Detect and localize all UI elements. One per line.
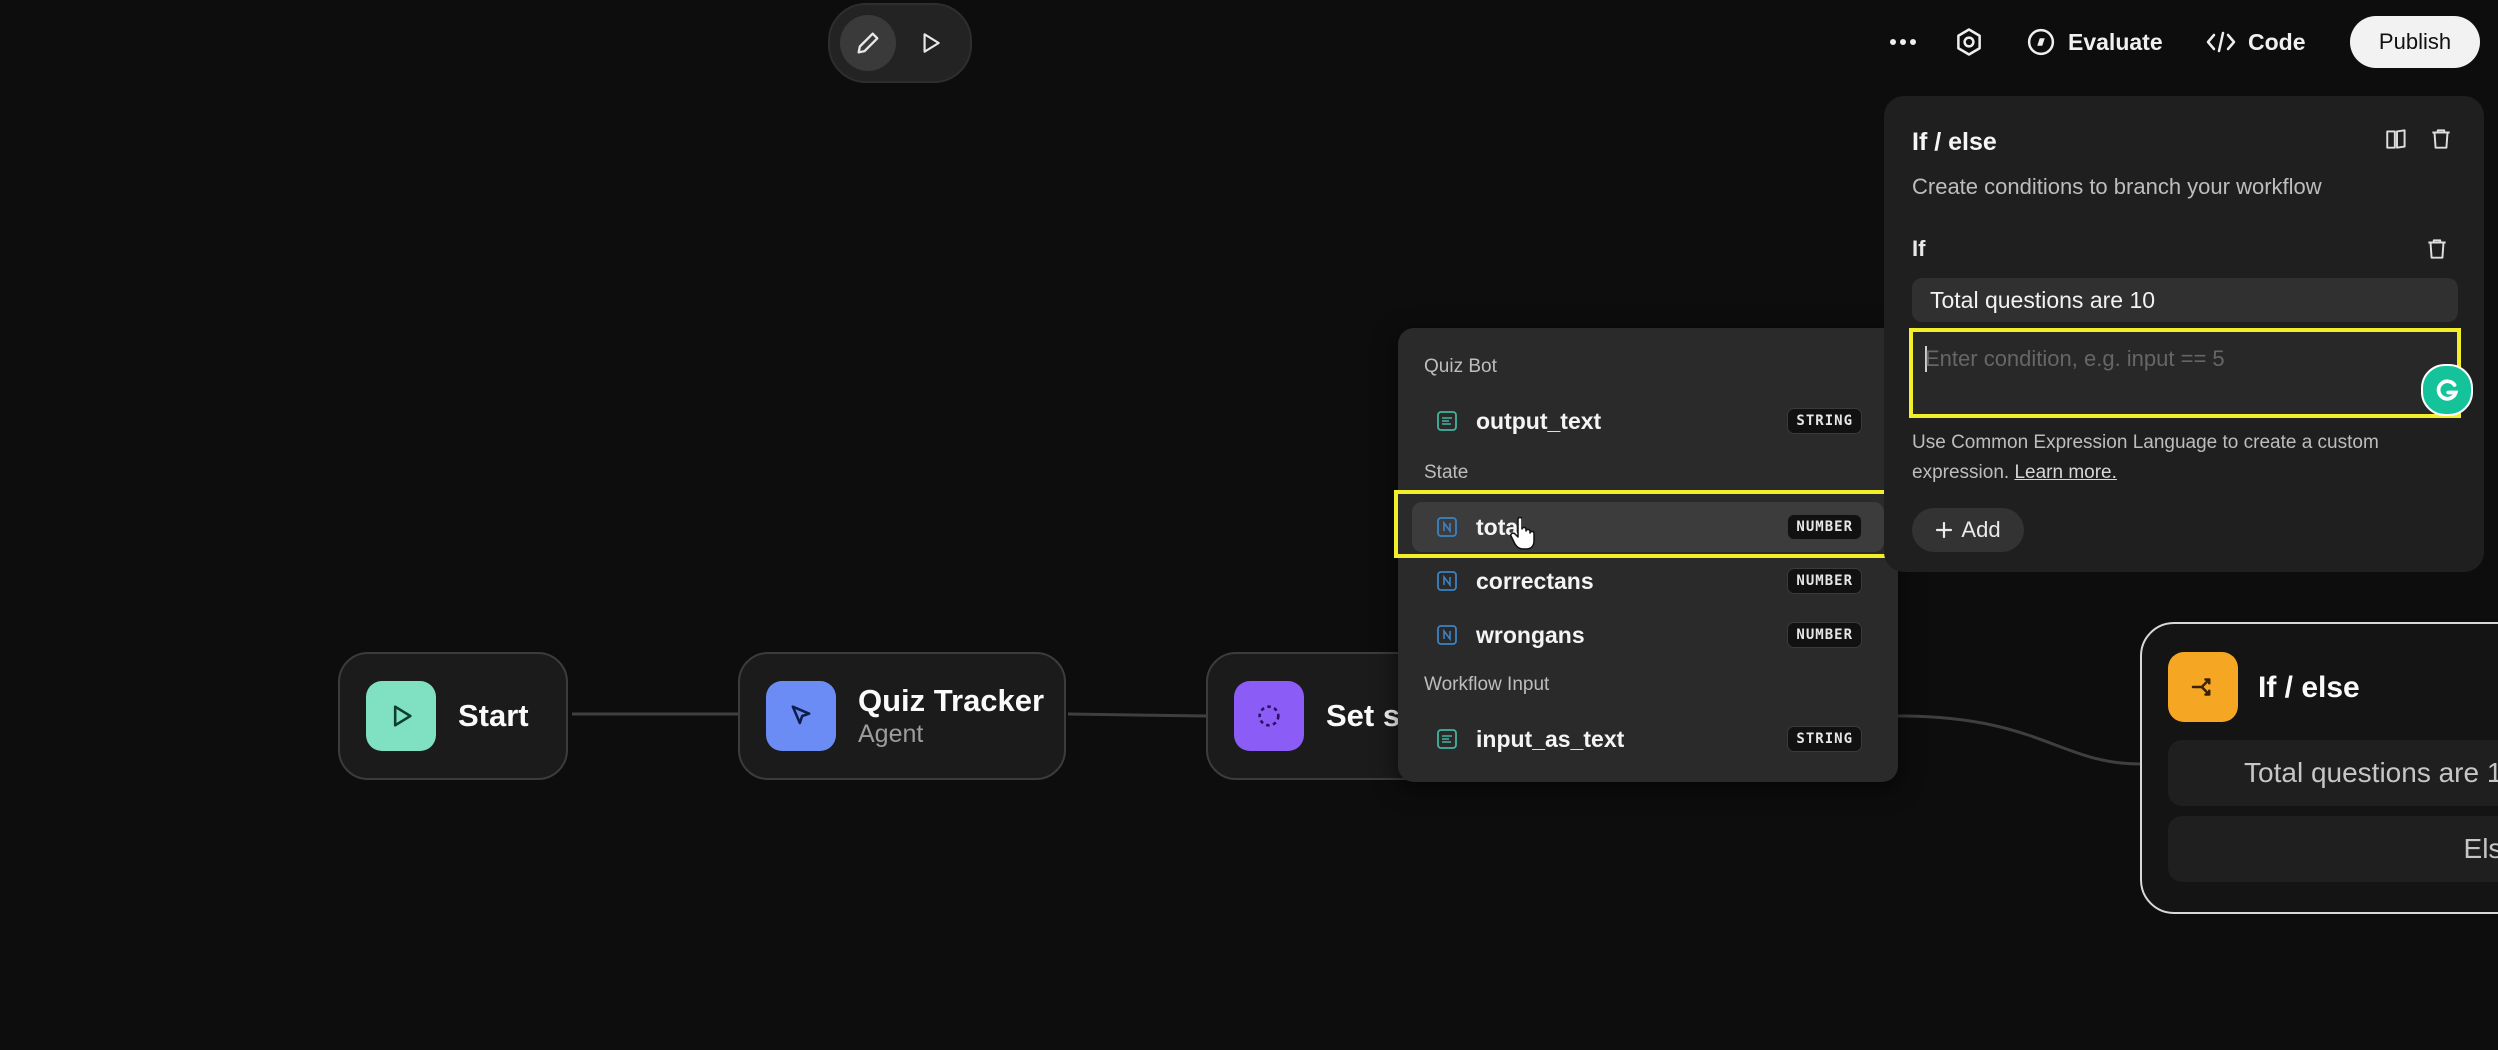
set-state-node-icon [1234,681,1304,751]
variable-item-correctans[interactable]: correctans NUMBER [1412,556,1884,606]
add-label: Add [1961,517,2001,542]
publish-button[interactable]: Publish [2350,16,2480,68]
node-title: Start [458,698,529,733]
condition-expression-field[interactable] [1923,340,2367,378]
pencil-icon [857,32,879,54]
mode-toggle [828,3,972,83]
start-node-icon [366,681,436,751]
settings-button[interactable] [1954,18,1984,66]
dropdown-section-label: State [1424,462,1469,483]
condition-name-field[interactable]: Total questions are 10 [1912,278,2458,322]
help-text: Use Common Expression Language to create… [1912,432,2379,483]
variable-name: output_text [1476,407,1602,434]
type-badge: NUMBER [1787,622,1862,648]
condition-label: Total questions are 10 [2244,757,2498,788]
type-badge: STRING [1787,408,1862,434]
code-button[interactable]: Code [2206,18,2306,66]
variable-name: correctans [1476,567,1594,594]
gear-icon [1957,28,1981,56]
evaluate-button[interactable]: Evaluate [2026,18,2163,66]
agent-node-icon [766,681,836,751]
quiz-tracker-label: Quiz Tracker Agent [858,683,1044,749]
node-title: Quiz Tracker [858,683,1045,718]
docs-icon[interactable] [2384,126,2410,152]
variable-item-output-text[interactable]: output_text STRING [1412,396,1884,446]
condition-name-value: Total questions are 10 [1930,286,2156,313]
more-icon [1890,39,1916,45]
quiz-tracker-node[interactable]: Quiz Tracker Agent [738,652,1066,780]
evaluate-label: Evaluate [2068,28,2163,55]
text-variable-icon [1437,729,1457,749]
variable-name: input_as_text [1476,725,1625,752]
grammarly-g-icon [2436,379,2459,401]
dropdown-section-label: Workflow Input [1424,674,1550,695]
play-icon [393,705,412,727]
dropdown-section-label: Quiz Bot [1424,356,1497,377]
hand-cursor-icon [1510,516,1535,550]
run-mode-button[interactable] [902,15,958,71]
number-variable-icon [1437,571,1457,591]
cursor-icon [791,705,811,725]
learn-more-link[interactable]: Learn more. [2014,462,2116,483]
else-row: Else [2168,816,2498,882]
play-icon [923,33,940,53]
compass-icon [2027,28,2055,56]
grammarly-icon[interactable] [2421,364,2473,416]
if-else-node-icon [2168,652,2238,722]
start-node[interactable]: Start [338,652,568,780]
if-label: If [1912,236,1926,261]
add-condition-button[interactable]: Add [1912,508,2024,552]
type-badge: STRING [1787,726,1862,752]
node-subtitle: Agent [858,720,924,748]
panel-description: Create conditions to branch your workflo… [1912,174,2322,199]
more-button[interactable] [1888,18,1918,66]
inspector-panel: If / else Create conditions to branch yo… [1884,96,2484,572]
variable-item-wrongans[interactable]: wrongans NUMBER [1412,610,1884,660]
branch-icon [2191,678,2211,696]
condition-expression-input[interactable] [1909,328,2473,418]
help-text-block: Use Common Expression Language to create… [1912,428,2472,488]
panel-title: If / else [1912,128,1997,156]
type-badge: NUMBER [1787,568,1862,594]
code-label: Code [2248,28,2306,55]
variable-item-input-as-text[interactable]: input_as_text STRING [1412,714,1884,764]
node-title: If / else [2258,671,2360,704]
number-variable-icon [1437,625,1457,645]
else-label: Else [2463,833,2498,864]
highlight-box [1394,490,1894,558]
text-variable-icon [1437,411,1457,431]
edit-mode-button[interactable] [840,15,896,71]
code-icon [2206,31,2236,53]
dashed-circle-icon [1258,705,1280,727]
trash-icon[interactable] [2428,126,2454,152]
trash-icon[interactable] [2424,236,2450,262]
if-else-node[interactable]: If / else Total questions are 10 Else [2140,622,2498,914]
plus-icon [1936,521,1953,539]
condition-row: Total questions are 10 [2168,740,2498,806]
start-node-label: Start [458,698,529,734]
variable-name: wrongans [1476,621,1585,648]
